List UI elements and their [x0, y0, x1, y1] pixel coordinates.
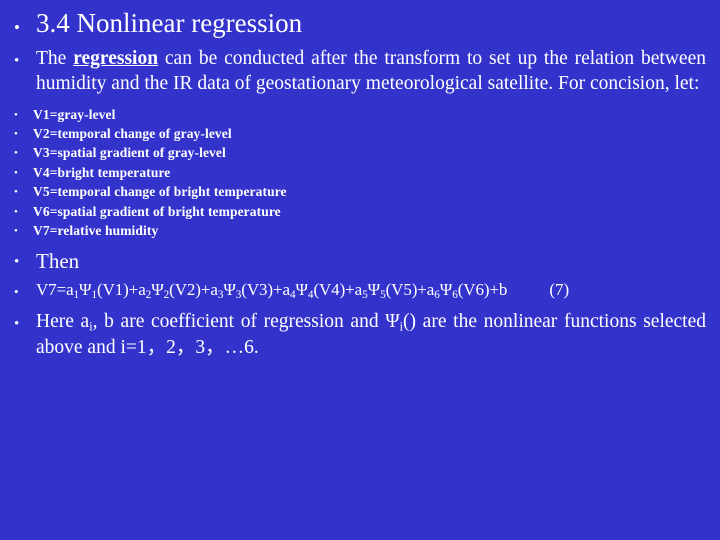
bullet-icon: • [14, 205, 18, 218]
formula-expression: V7=a1Ψ1(V1)+a2Ψ2(V2)+a3Ψ3(V3)+a4Ψ4(V4)+a… [36, 279, 507, 301]
variable-definition: V2=temporal change of gray-level [33, 125, 232, 141]
formula-row: • V7=a1Ψ1(V1)+a2Ψ2(V2)+a3Ψ3(V3)+a4Ψ4(V4)… [14, 279, 706, 301]
formula-operator: + [200, 279, 211, 299]
formula-operator: + [489, 279, 499, 299]
variable-definition: V5=temporal change of bright temperature [33, 184, 287, 200]
formula-coefficient-subscript: 6 [434, 288, 440, 301]
bullet-icon: • [14, 108, 18, 121]
formula-function: Ψ4 [295, 279, 314, 301]
list-item: • V7=relative humidity [14, 221, 706, 240]
bullet-icon: • [14, 147, 18, 160]
formula-lhs: V7= [36, 279, 67, 299]
formula-coefficient: a6 [426, 279, 440, 301]
formula-argument: (V4) [313, 279, 346, 299]
formula-argument: (V5) [385, 279, 418, 299]
variable-definition: V1=gray-level [33, 106, 116, 122]
formula-operator: + [128, 279, 139, 299]
list-item: • V2=temporal change of gray-level [14, 124, 706, 143]
formula-coefficient: a3 [210, 279, 224, 301]
formula-term: a2Ψ2(V2)+ [138, 279, 211, 301]
formula-argument: (V2) [169, 279, 201, 299]
list-item: • V6=spatial gradient of bright temperat… [14, 202, 706, 221]
closing-text-2: , b are coefficient of regression and [92, 310, 386, 332]
variable-definition: V6=spatial gradient of bright temperatur… [33, 203, 281, 219]
formula-coefficient-subscript: 5 [362, 288, 368, 301]
formula-term: a3Ψ3(V3)+ [210, 279, 283, 301]
intro-paragraph-row: • The regression can be conducted after … [14, 46, 706, 97]
list-item: • V1=gray-level [14, 105, 706, 124]
bullet-icon: • [14, 225, 18, 238]
formula-coefficient: a5 [354, 279, 368, 301]
formula-function: Ψ2 [151, 279, 170, 301]
closing-psi-symbol: Ψ [385, 310, 400, 332]
formula-argument: (V3) [241, 279, 273, 299]
formula-term: a1Ψ1(V1)+ [66, 279, 139, 301]
formula-function: Ψ1 [79, 279, 98, 301]
formula-argument: (V1) [97, 279, 129, 299]
formula-operator: + [273, 279, 283, 299]
formula-terms: a1Ψ1(V1)+a2Ψ2(V2)+a3Ψ3(V3)+a4Ψ4(V4)+a5Ψ5… [66, 279, 499, 301]
bullet-icon: • [14, 315, 20, 332]
formula-function: Ψ6 [439, 279, 458, 301]
formula-function: Ψ3 [223, 279, 242, 301]
formula-term: a4Ψ4(V4)+ [282, 279, 355, 301]
formula-argument: (V6) [457, 279, 490, 299]
formula-term: a5Ψ5(V5)+ [354, 279, 427, 301]
variable-definition: V7=relative humidity [33, 223, 159, 239]
variable-definition: V4=bright temperature [33, 164, 171, 180]
closing-paragraph: Here ai, b are coefficient of regression… [36, 309, 706, 360]
bullet-icon: • [14, 283, 19, 299]
closing-psi-term: Ψi [385, 311, 403, 332]
regression-formula: V7=a1Ψ1(V1)+a2Ψ2(V2)+a3Ψ3(V3)+a4Ψ4(V4)+a… [36, 279, 706, 301]
formula-coefficient: a1 [66, 279, 80, 301]
bullet-icon: • [14, 186, 18, 199]
intro-emphasis-regression: regression [73, 47, 159, 69]
then-label: Then [36, 248, 80, 273]
list-item: • V4=bright temperature [14, 163, 706, 182]
slide-title-row: • 3.4 Nonlinear regression [14, 8, 706, 40]
bullet-icon: • [14, 127, 18, 140]
equation-number: (7) [549, 279, 570, 299]
closing-text-1: Here a [36, 310, 90, 332]
closing-coef-term: Here ai [36, 311, 93, 332]
bullet-icon: • [14, 166, 18, 179]
bullet-icon: • [14, 253, 20, 270]
variable-definition: V3=spatial gradient of gray-level [33, 145, 226, 161]
formula-constant: b [498, 279, 508, 299]
intro-paragraph: The regression can be conducted after th… [36, 46, 706, 97]
formula-term: a6Ψ6(V6)+ [426, 279, 499, 301]
formula-operator: + [417, 279, 427, 299]
formula-operator: + [345, 279, 355, 299]
formula-function: Ψ5 [367, 279, 386, 301]
slide-canvas: • 3.4 Nonlinear regression • The regress… [0, 0, 720, 540]
then-row: • Then [14, 248, 706, 274]
bullet-icon: • [14, 52, 20, 69]
formula-coefficient: a2 [138, 279, 152, 301]
page-title: 3.4 Nonlinear regression [36, 8, 303, 38]
variable-definition-list: • V1=gray-level • V2=temporal change of … [14, 105, 706, 241]
intro-text-before: The [36, 47, 74, 69]
bullet-icon: • [14, 18, 20, 37]
formula-coefficient: a4 [282, 279, 296, 301]
list-item: • V3=spatial gradient of gray-level [14, 143, 706, 162]
closing-paragraph-row: • Here ai, b are coefficient of regressi… [14, 309, 706, 360]
list-item: • V5=temporal change of bright temperatu… [14, 182, 706, 201]
